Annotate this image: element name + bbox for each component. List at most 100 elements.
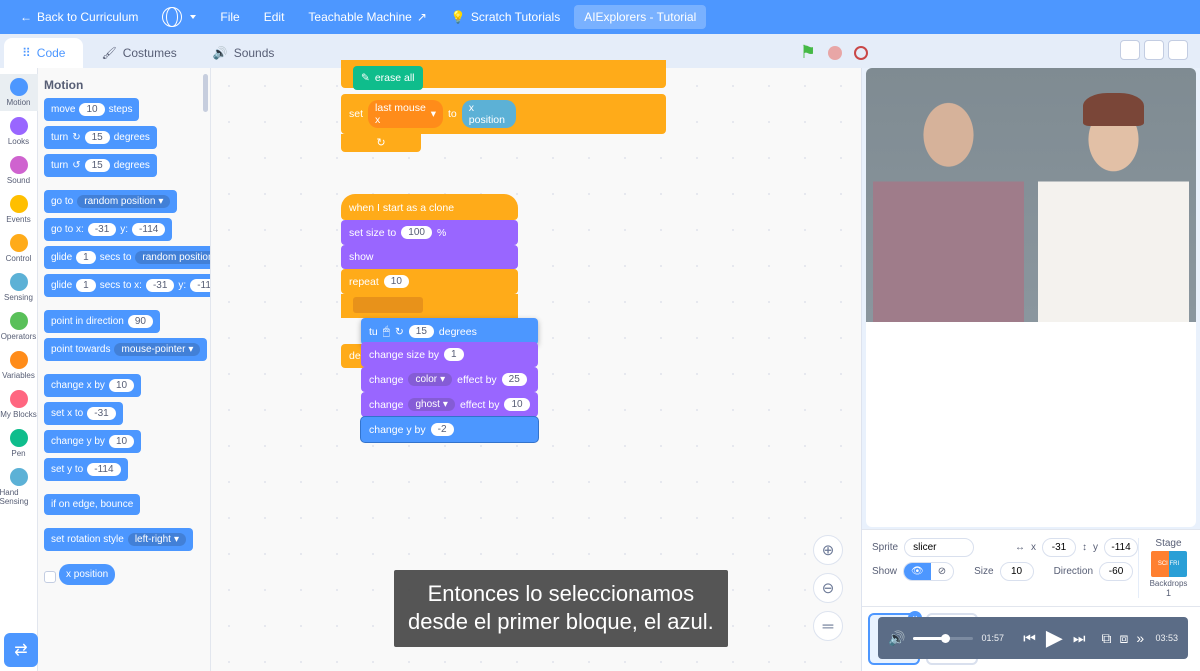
- cat-sensing[interactable]: Sensing: [0, 269, 38, 306]
- ws-clone-hat[interactable]: when I start as a clone: [341, 194, 518, 220]
- pen-icon: ✎: [361, 72, 370, 84]
- record-icon[interactable]: [854, 46, 868, 60]
- block-bounce[interactable]: if on edge, bounce: [44, 494, 140, 515]
- small-stage-btn[interactable]: [1120, 40, 1140, 60]
- progress-track[interactable]: [913, 637, 973, 640]
- stage-selector[interactable]: Stage SCI FRI Backdrops 1: [1138, 538, 1190, 598]
- project-name[interactable]: AIExplorers - Tutorial: [574, 5, 706, 29]
- time-current: 01:57: [981, 633, 1007, 643]
- block-move[interactable]: move10steps: [44, 98, 139, 121]
- ws-ghost-effect[interactable]: changeghost ▾effect by10: [361, 392, 538, 417]
- cat-variables[interactable]: Variables: [0, 347, 38, 384]
- block-changex[interactable]: change x by10: [44, 374, 141, 397]
- eye-off-icon: ⊘: [931, 563, 953, 580]
- green-flag-icon[interactable]: ⚑: [800, 42, 816, 63]
- xpos-checkbox[interactable]: [44, 571, 56, 583]
- block-point-towards[interactable]: point towardsmouse-pointer ▾: [44, 338, 207, 361]
- ccw-arrow-icon: ↺: [72, 160, 80, 171]
- block-glide-rand[interactable]: glide1secs torandom position ▾: [44, 246, 210, 269]
- cat-sound[interactable]: Sound: [0, 152, 38, 189]
- cat-looks[interactable]: Looks: [0, 113, 38, 150]
- tutorials-btn[interactable]: 💡 Scratch Tutorials: [441, 5, 570, 29]
- lang-btn[interactable]: [152, 2, 206, 32]
- video-subtitle: Entonces lo seleccionamos desde el prime…: [394, 570, 728, 647]
- volume-icon[interactable]: 🔊: [888, 630, 905, 647]
- block-glide-xy[interactable]: glide1secs to x:-31y:-114: [44, 274, 210, 297]
- block-xpos-reporter[interactable]: x position: [59, 564, 115, 585]
- sprite-size-input[interactable]: [1000, 562, 1034, 581]
- palette-title: Motion: [44, 78, 204, 92]
- file-menu[interactable]: File: [210, 5, 249, 29]
- globe-icon: [162, 7, 182, 27]
- ws-setsize[interactable]: set size to100%: [341, 220, 518, 245]
- cat-pen[interactable]: Pen: [0, 425, 38, 462]
- video-player: 🔊 01:57 ⏮ ▶ ⏭ ⧉ ⧈ » 03:53: [878, 617, 1188, 659]
- sprite-name-input[interactable]: [904, 538, 974, 557]
- cat-events[interactable]: Events: [0, 191, 38, 228]
- tab-sounds[interactable]: 🔊Sounds: [195, 38, 293, 68]
- backdrop-thumb: SCI FRI: [1151, 551, 1187, 577]
- sprite-dir-input[interactable]: [1099, 562, 1133, 581]
- block-setx[interactable]: set x to-31: [44, 402, 123, 425]
- sprite-info: Sprite ↔x ↕y Show 👁⊘ Size Direction: [862, 529, 1200, 606]
- block-rotation[interactable]: set rotation styleleft-right ▾: [44, 528, 193, 551]
- block-palette: Motion move10steps turn↻15degrees turn↺1…: [38, 68, 210, 671]
- loop-icon: ↻: [376, 136, 385, 149]
- cc-btn[interactable]: ⧉: [1101, 630, 1111, 647]
- code-icon: ⠿: [22, 46, 31, 60]
- stop-icon[interactable]: [828, 46, 842, 60]
- rewind-btn[interactable]: ⏮: [1023, 630, 1036, 647]
- sounds-icon: 🔊: [213, 46, 228, 60]
- ws-color-effect[interactable]: changecolor ▾effect by25: [361, 367, 538, 392]
- pip-btn[interactable]: ⧈: [1119, 630, 1128, 647]
- fullscreen-btn[interactable]: [1168, 40, 1188, 60]
- sprite-y-input[interactable]: [1104, 538, 1138, 557]
- stage-content: [866, 68, 1196, 322]
- cursor-icon: 🖱: [383, 324, 390, 339]
- tab-code[interactable]: ⠿Code: [4, 38, 83, 68]
- teachable-machine-link[interactable]: Teachable Machine ↗: [298, 5, 436, 29]
- cat-control[interactable]: Control: [0, 230, 38, 267]
- tab-costumes[interactable]: 🖌Costumes: [83, 38, 194, 68]
- back-btn[interactable]: ← Back to Curriculum: [10, 5, 148, 29]
- zoom-out-btn[interactable]: ⊖: [813, 573, 843, 603]
- stage-size-controls: [1120, 40, 1188, 60]
- ws-repeat[interactable]: repeat10: [341, 269, 518, 294]
- play-btn[interactable]: ▶: [1046, 625, 1063, 651]
- cat-myblocks[interactable]: My Blocks: [0, 386, 38, 423]
- cat-handsensing[interactable]: Hand Sensing: [0, 464, 38, 510]
- block-categories: Motion Looks Sound Events Control Sensin…: [0, 68, 38, 671]
- block-gotoxy[interactable]: go to x:-31y:-114: [44, 218, 172, 241]
- edit-menu[interactable]: Edit: [254, 5, 295, 29]
- time-total: 03:53: [1152, 633, 1178, 643]
- ws-changey[interactable]: change y by-2: [361, 417, 538, 442]
- ws-set-block[interactable]: set last mouse x ▾ to x position: [341, 94, 666, 134]
- block-goto[interactable]: go torandom position ▾: [44, 190, 177, 213]
- block-turn-ccw[interactable]: turn↺15degrees: [44, 154, 157, 177]
- right-panel: Sprite ↔x ↕y Show 👁⊘ Size Direction: [862, 68, 1200, 671]
- ws-erase-block[interactable]: ✎erase all: [353, 66, 423, 90]
- cw-arrow-icon: ↻: [72, 132, 80, 143]
- block-changey[interactable]: change y by10: [44, 430, 141, 453]
- show-toggle[interactable]: 👁⊘: [903, 562, 954, 581]
- block-sety[interactable]: set y to-114: [44, 458, 128, 481]
- forward-btn[interactable]: ⏭: [1073, 630, 1086, 647]
- sprite-x-input[interactable]: [1042, 538, 1076, 557]
- block-turn-cw[interactable]: turn↻15degrees: [44, 126, 157, 149]
- add-extension-btn[interactable]: ⇄: [4, 633, 38, 667]
- ws-show[interactable]: show: [341, 245, 518, 269]
- stage-flags: ⚑: [800, 42, 868, 63]
- cw-arrow-icon: ↻: [395, 326, 404, 338]
- stage-view[interactable]: [866, 68, 1196, 527]
- cat-operators[interactable]: Operators: [0, 308, 38, 345]
- large-stage-btn[interactable]: [1144, 40, 1164, 60]
- ws-turn-drag[interactable]: tu 🖱 ↻ 15 degrees: [361, 318, 538, 345]
- block-point-dir[interactable]: point in direction90: [44, 310, 160, 333]
- zoom-controls: ⊕ ⊖ ═: [813, 535, 843, 641]
- costumes-icon: 🖌: [101, 46, 116, 60]
- zoom-in-btn[interactable]: ⊕: [813, 535, 843, 565]
- more-btn[interactable]: »: [1136, 630, 1144, 646]
- zoom-reset-btn[interactable]: ═: [813, 611, 843, 641]
- ws-changesize[interactable]: change size by1: [361, 342, 538, 367]
- cat-motion[interactable]: Motion: [0, 74, 38, 111]
